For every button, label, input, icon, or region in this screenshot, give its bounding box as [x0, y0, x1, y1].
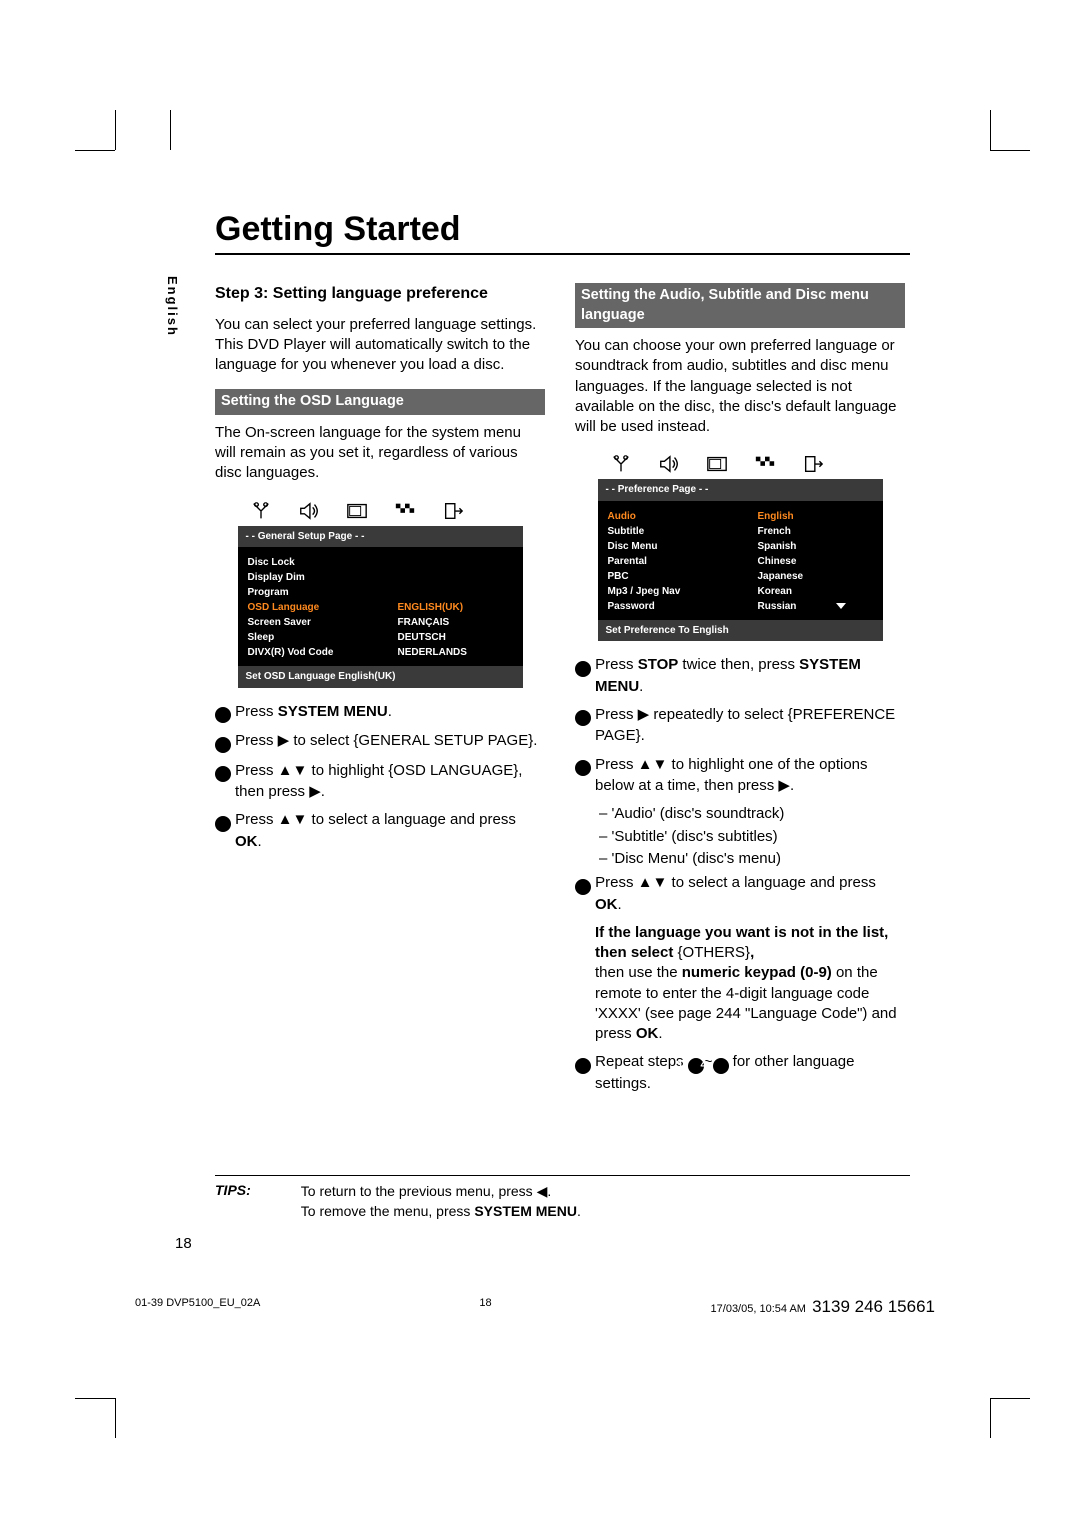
bullet-4-icon: 4: [215, 816, 231, 832]
exit-icon: [440, 500, 466, 522]
osd-general-body: Disc Lock Display Dim Program OSD Langua…: [238, 547, 523, 666]
left-step-2: 2 Press ▶ to select {GENERAL SETUP PAGE}…: [215, 731, 545, 752]
osd-para: The On-screen language for the system me…: [215, 423, 545, 484]
osd-pref-footer: Set Preference To English: [598, 620, 883, 642]
osd-general-setup-panel: - - General Setup Page - - Disc Lock Dis…: [238, 494, 523, 688]
bullet-5-icon: 5: [575, 1058, 591, 1074]
osd-preference-panel: - - Preference Page - - AudioEnglish Sub…: [598, 447, 883, 641]
tv-icon: [344, 500, 370, 522]
flag-icon: [752, 453, 778, 475]
speaker-icon: [296, 500, 322, 522]
bullet-1-icon: 1: [215, 707, 231, 723]
right-step-3c: – 'Disc Menu' (disc's menu): [599, 849, 905, 869]
exit-icon: [800, 453, 826, 475]
tools-icon: [608, 453, 634, 475]
speaker-icon: [656, 453, 682, 475]
osd-pref-icon-row: [598, 447, 883, 479]
tv-icon: [704, 453, 730, 475]
right-note: If the language you want is not in the l…: [575, 923, 905, 1045]
right-step-5: 5 Repeat steps 3~4 for other language se…: [575, 1052, 905, 1094]
osd-general-footer: Set OSD Language English(UK): [238, 666, 523, 688]
osd-general-title: - - General Setup Page - -: [238, 526, 523, 548]
page-title: Getting Started: [215, 210, 910, 255]
osd-pref-body: AudioEnglish SubtitleFrench Disc MenuSpa…: [598, 501, 883, 620]
right-step-3a: – 'Audio' (disc's soundtrack): [599, 804, 905, 824]
pref-section-bar: Setting the Audio, Subtitle and Disc men…: [575, 283, 905, 328]
bullet-2-icon: 2: [575, 710, 591, 726]
footer-file: 01-39 DVP5100_EU_02A: [135, 1297, 260, 1317]
flag-icon: [392, 500, 418, 522]
tips-body: To return to the previous menu, press ◀.…: [301, 1182, 581, 1221]
osd-section-bar: Setting the OSD Language: [215, 389, 545, 415]
step3-heading: Step 3: Setting language preference: [215, 283, 545, 305]
right-column: Setting the Audio, Subtitle and Disc men…: [575, 283, 905, 1102]
scroll-down-icon: [836, 600, 846, 614]
osd-pref-title: - - Preference Page - -: [598, 479, 883, 501]
bullet-3-icon: 3: [575, 760, 591, 776]
right-step-3: 3 Press ▲▼ to highlight one of the optio…: [575, 755, 905, 797]
osd-icon-row: [238, 494, 523, 526]
page-number: 18: [175, 1235, 192, 1252]
right-step-3b: – 'Subtitle' (disc's subtitles): [599, 827, 905, 847]
bullet-3-icon: 3: [215, 766, 231, 782]
step3-intro: You can select your preferred language s…: [215, 315, 545, 376]
bullet-4-icon: 4: [575, 879, 591, 895]
left-step-3: 3 Press ▲▼ to highlight {OSD LANGUAGE}, …: [215, 761, 545, 803]
left-step-1: 1 Press SYSTEM MENU.: [215, 702, 545, 723]
language-tab: English: [165, 276, 180, 337]
right-step-1: 1 Press STOP twice then, press SYSTEM ME…: [575, 655, 905, 697]
tips-label: TIPS:: [215, 1182, 251, 1221]
pref-intro: You can choose your own preferred langua…: [575, 336, 905, 437]
footer-page: 18: [479, 1297, 491, 1317]
print-footer: 01-39 DVP5100_EU_02A 18 17/03/05, 10:54 …: [135, 1297, 935, 1317]
right-step-4: 4 Press ▲▼ to select a language and pres…: [575, 873, 905, 915]
tips-row: TIPS: To return to the previous menu, pr…: [215, 1175, 910, 1221]
left-column: Step 3: Setting language preference You …: [215, 283, 545, 1102]
bullet-2-icon: 2: [215, 737, 231, 753]
bullet-4-icon: 4: [713, 1058, 729, 1074]
tools-icon: [248, 500, 274, 522]
left-step-4: 4 Press ▲▼ to select a language and pres…: [215, 810, 545, 852]
right-step-2: 2 Press ▶ repeatedly to select {PREFEREN…: [575, 705, 905, 747]
bullet-1-icon: 1: [575, 661, 591, 677]
footer-datetime: 17/03/05, 10:54 AM 3139 246 15661: [711, 1297, 935, 1317]
